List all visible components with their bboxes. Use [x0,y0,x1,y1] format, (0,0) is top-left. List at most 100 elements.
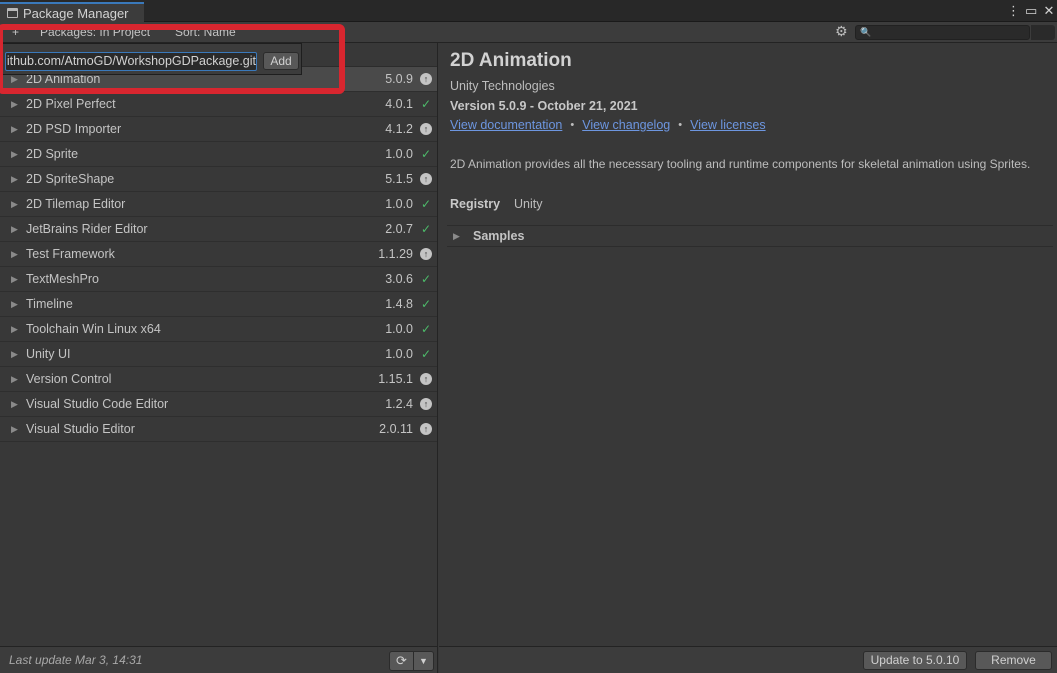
update-button[interactable]: Update to 5.0.10 [863,651,967,670]
separator-dot: • [570,119,575,131]
package-row[interactable]: ▶ 2D Pixel Perfect 4.0.1 ✓ [0,92,437,117]
title-bar: Package Manager ⋮ ▭ ✕ [0,0,1057,22]
package-name: 2D SpriteShape [26,172,115,186]
maximize-icon[interactable]: ▭ [1025,3,1037,19]
package-version: 1.15.1 [378,372,413,386]
update-available-icon: ↑ [419,172,433,186]
package-name: 2D Sprite [26,147,79,161]
package-name: TextMeshPro [26,272,99,286]
refresh-button[interactable]: ⟳ [389,651,414,671]
sort-dropdown[interactable]: Sort: Name [175,25,236,39]
search-clear[interactable] [1031,25,1055,40]
chevron-right-icon[interactable]: ▶ [11,199,21,210]
package-version: 1.0.0 [385,347,413,361]
installed-check-icon: ✓ [420,222,432,236]
chevron-right-icon[interactable]: ▶ [11,149,21,160]
chevron-right-icon[interactable]: ▶ [11,224,21,235]
refresh-icon: ⟳ [396,653,407,668]
search-input[interactable]: 🔍 [855,25,1030,40]
package-version: 1.0.0 [385,197,413,211]
add-menu-button[interactable]: + [12,25,19,39]
remove-button[interactable]: Remove [975,651,1052,670]
refresh-dropdown-button[interactable]: ▼ [414,651,434,671]
view-changelog-link[interactable]: View changelog [582,118,670,132]
installed-check-icon: ✓ [420,197,432,211]
chevron-right-icon[interactable]: ▶ [11,249,21,260]
package-row[interactable]: ▶ 2D Sprite 1.0.0 ✓ [0,142,437,167]
registry-row: Registry Unity [450,197,543,211]
package-details-panel: 2D Animation Unity Technologies Version … [439,43,1057,646]
search-icon: 🔍 [860,27,872,37]
chevron-right-icon[interactable]: ▶ [11,424,21,435]
package-version: 1.2.4 [385,397,413,411]
chevron-right-icon[interactable]: ▶ [11,74,21,85]
package-name: Test Framework [26,247,115,261]
window-title: Package Manager [23,5,129,21]
chevron-right-icon[interactable]: ▶ [11,174,21,185]
package-version: 3.0.6 [385,272,413,286]
chevron-right-icon[interactable]: ▶ [11,299,21,310]
chevron-down-icon: ▼ [419,656,428,666]
package-name: JetBrains Rider Editor [26,222,148,236]
package-row[interactable]: ▶ Visual Studio Editor 2.0.11 ↑ [0,417,437,442]
package-row[interactable]: ▶ TextMeshPro 3.0.6 ✓ [0,267,437,292]
package-row[interactable]: ▶ Timeline 1.4.8 ✓ [0,292,437,317]
package-version: 1.0.0 [385,147,413,161]
package-row[interactable]: ▶ Version Control 1.15.1 ↑ [0,367,437,392]
samples-label: Samples [473,229,525,243]
registry-label: Registry [450,197,501,211]
package-version: 5.0.9 [385,72,413,86]
chevron-right-icon[interactable]: ▶ [11,99,21,110]
package-version: 1.4.8 [385,297,413,311]
update-available-icon: ↑ [419,247,433,261]
package-version: 2.0.7 [385,222,413,236]
update-available-icon: ↑ [419,72,433,86]
git-url-popup: https://github.com/AtmoGD/WorkshopGDPack… [0,43,302,75]
kebab-menu-icon[interactable]: ⋮ [1007,3,1020,19]
gear-icon[interactable]: ⚙ [835,24,848,38]
package-version: 4.1.2 [385,122,413,136]
chevron-right-icon[interactable]: ▶ [11,274,21,285]
installed-check-icon: ✓ [420,322,432,336]
samples-foldout[interactable]: ▶ Samples [447,225,1053,247]
package-row[interactable]: ▶ Test Framework 1.1.29 ↑ [0,242,437,267]
installed-check-icon: ✓ [420,347,432,361]
packages-filter-dropdown[interactable]: Packages: In Project [40,25,150,39]
registry-value: Unity [514,197,543,211]
installed-check-icon: ✓ [420,147,432,161]
package-version: 1.1.29 [378,247,413,261]
view-documentation-link[interactable]: View documentation [450,118,562,132]
package-list: ▶ 2D Animation 5.0.9 ↑ ▶ 2D Pixel Perfect 4.0.… [0,67,437,442]
git-url-input[interactable]: https://github.com/AtmoGD/WorkshopGDPack… [5,52,257,71]
package-name: 2D Pixel Perfect [26,97,116,111]
update-available-icon: ↑ [419,422,433,436]
package-author: Unity Technologies [450,79,555,93]
chevron-right-icon[interactable]: ▶ [11,124,21,135]
close-icon[interactable]: ✕ [1043,3,1055,19]
package-row[interactable]: ▶ 2D SpriteShape 5.1.5 ↑ [0,167,437,192]
package-row[interactable]: ▶ 2D Tilemap Editor 1.0.0 ✓ [0,192,437,217]
chevron-right-icon[interactable]: ▶ [11,399,21,410]
package-row[interactable]: ▶ JetBrains Rider Editor 2.0.7 ✓ [0,217,437,242]
installed-check-icon: ✓ [420,297,432,311]
update-available-icon: ↑ [419,397,433,411]
chevron-right-icon[interactable]: ▶ [11,324,21,335]
package-version: 1.0.0 [385,322,413,336]
details-footer: Update to 5.0.10 Remove [439,646,1057,673]
add-button[interactable]: Add [263,52,299,70]
view-licenses-link[interactable]: View licenses [690,118,766,132]
chevron-right-icon[interactable]: ▶ [11,374,21,385]
package-row[interactable]: ▶ Visual Studio Code Editor 1.2.4 ↑ [0,392,437,417]
package-row[interactable]: ▶ 2D PSD Importer 4.1.2 ↑ [0,117,437,142]
package-list-panel: ▶ 2D Animation 5.0.9 ↑ ▶ 2D Pixel Perfect 4.0.… [0,43,438,646]
package-row[interactable]: ▶ Toolchain Win Linux x64 1.0.0 ✓ [0,317,437,342]
package-row[interactable]: ▶ Unity UI 1.0.0 ✓ [0,342,437,367]
chevron-right-icon[interactable]: ▶ [11,349,21,360]
installed-check-icon: ✓ [420,272,432,286]
package-links: View documentation • View changelog • Vi… [450,118,766,132]
window-tab[interactable]: Package Manager [0,2,144,22]
package-version: 4.0.1 [385,97,413,111]
package-name: Unity UI [26,347,71,361]
package-name: Visual Studio Code Editor [26,397,169,411]
package-description: 2D Animation provides all the necessary … [450,157,1031,171]
